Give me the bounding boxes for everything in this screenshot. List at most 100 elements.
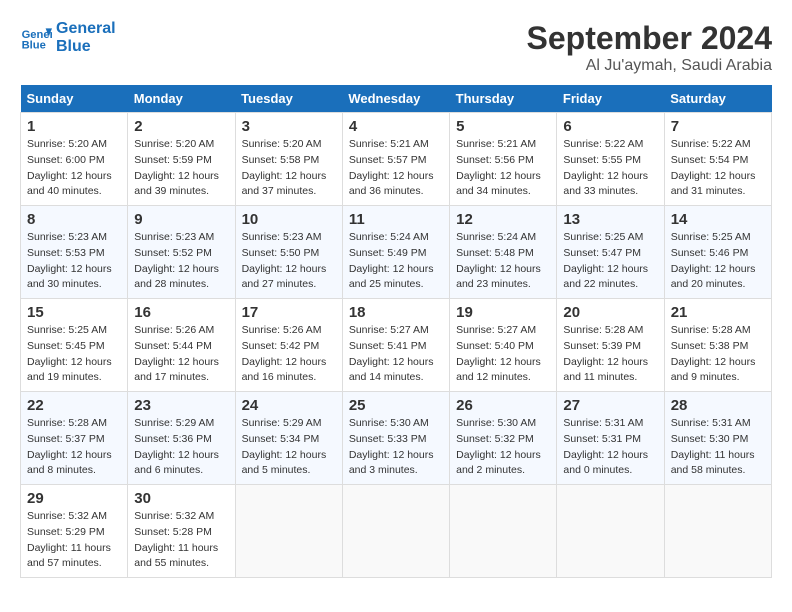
day-info: Sunrise: 5:25 AM Sunset: 5:45 PM Dayligh… (27, 323, 121, 386)
logo-icon: General Blue (20, 22, 52, 54)
calendar-cell: 22 Sunrise: 5:28 AM Sunset: 5:37 PM Dayl… (21, 392, 128, 485)
sunrise-label: Sunrise: 5:28 AM (27, 417, 107, 429)
month-title: September 2024 (527, 20, 772, 57)
calendar-cell: 2 Sunrise: 5:20 AM Sunset: 5:59 PM Dayli… (128, 113, 235, 206)
calendar-week-row: 22 Sunrise: 5:28 AM Sunset: 5:37 PM Dayl… (21, 392, 772, 485)
calendar-cell: 13 Sunrise: 5:25 AM Sunset: 5:47 PM Dayl… (557, 206, 664, 299)
day-info: Sunrise: 5:25 AM Sunset: 5:46 PM Dayligh… (671, 230, 765, 293)
calendar-cell: 17 Sunrise: 5:26 AM Sunset: 5:42 PM Dayl… (235, 299, 342, 392)
calendar-cell: 21 Sunrise: 5:28 AM Sunset: 5:38 PM Dayl… (664, 299, 771, 392)
page-header: General Blue General Blue September 2024… (20, 20, 772, 75)
day-number: 10 (242, 211, 336, 228)
calendar-cell: 18 Sunrise: 5:27 AM Sunset: 5:41 PM Dayl… (342, 299, 449, 392)
day-number: 11 (349, 211, 443, 228)
sunrise-label: Sunrise: 5:23 AM (242, 231, 322, 243)
daylight-label: Daylight: 11 hours and 58 minutes. (671, 449, 755, 477)
daylight-label: Daylight: 12 hours and 3 minutes. (349, 449, 434, 477)
day-info: Sunrise: 5:29 AM Sunset: 5:34 PM Dayligh… (242, 416, 336, 479)
calendar-cell: 10 Sunrise: 5:23 AM Sunset: 5:50 PM Dayl… (235, 206, 342, 299)
day-info: Sunrise: 5:24 AM Sunset: 5:49 PM Dayligh… (349, 230, 443, 293)
day-number: 15 (27, 304, 121, 321)
calendar-cell (664, 485, 771, 578)
calendar-week-row: 8 Sunrise: 5:23 AM Sunset: 5:53 PM Dayli… (21, 206, 772, 299)
day-info: Sunrise: 5:21 AM Sunset: 5:57 PM Dayligh… (349, 137, 443, 200)
day-info: Sunrise: 5:25 AM Sunset: 5:47 PM Dayligh… (563, 230, 657, 293)
sunset-label: Sunset: 5:58 PM (242, 154, 320, 166)
day-info: Sunrise: 5:23 AM Sunset: 5:52 PM Dayligh… (134, 230, 228, 293)
day-info: Sunrise: 5:26 AM Sunset: 5:44 PM Dayligh… (134, 323, 228, 386)
weekday-header-monday: Monday (128, 85, 235, 113)
day-number: 26 (456, 397, 550, 414)
calendar-cell: 25 Sunrise: 5:30 AM Sunset: 5:33 PM Dayl… (342, 392, 449, 485)
calendar-cell: 1 Sunrise: 5:20 AM Sunset: 6:00 PM Dayli… (21, 113, 128, 206)
day-number: 20 (563, 304, 657, 321)
sunrise-label: Sunrise: 5:26 AM (242, 324, 322, 336)
day-number: 30 (134, 490, 228, 507)
day-info: Sunrise: 5:28 AM Sunset: 5:38 PM Dayligh… (671, 323, 765, 386)
daylight-label: Daylight: 12 hours and 11 minutes. (563, 356, 648, 384)
day-info: Sunrise: 5:30 AM Sunset: 5:32 PM Dayligh… (456, 416, 550, 479)
day-info: Sunrise: 5:23 AM Sunset: 5:53 PM Dayligh… (27, 230, 121, 293)
sunset-label: Sunset: 5:38 PM (671, 340, 749, 352)
calendar-cell: 6 Sunrise: 5:22 AM Sunset: 5:55 PM Dayli… (557, 113, 664, 206)
daylight-label: Daylight: 12 hours and 36 minutes. (349, 170, 434, 198)
calendar-cell: 15 Sunrise: 5:25 AM Sunset: 5:45 PM Dayl… (21, 299, 128, 392)
day-number: 27 (563, 397, 657, 414)
calendar-cell: 11 Sunrise: 5:24 AM Sunset: 5:49 PM Dayl… (342, 206, 449, 299)
daylight-label: Daylight: 12 hours and 5 minutes. (242, 449, 327, 477)
day-number: 1 (27, 118, 121, 135)
calendar-cell (450, 485, 557, 578)
sunrise-label: Sunrise: 5:30 AM (456, 417, 536, 429)
calendar-cell: 28 Sunrise: 5:31 AM Sunset: 5:30 PM Dayl… (664, 392, 771, 485)
sunset-label: Sunset: 5:46 PM (671, 247, 749, 259)
sunset-label: Sunset: 5:39 PM (563, 340, 641, 352)
sunrise-label: Sunrise: 5:21 AM (456, 138, 536, 150)
day-info: Sunrise: 5:20 AM Sunset: 5:59 PM Dayligh… (134, 137, 228, 200)
day-info: Sunrise: 5:26 AM Sunset: 5:42 PM Dayligh… (242, 323, 336, 386)
daylight-label: Daylight: 12 hours and 2 minutes. (456, 449, 541, 477)
sunrise-label: Sunrise: 5:23 AM (27, 231, 107, 243)
day-info: Sunrise: 5:24 AM Sunset: 5:48 PM Dayligh… (456, 230, 550, 293)
sunset-label: Sunset: 5:44 PM (134, 340, 212, 352)
daylight-label: Daylight: 11 hours and 57 minutes. (27, 542, 111, 570)
sunset-label: Sunset: 5:36 PM (134, 433, 212, 445)
sunrise-label: Sunrise: 5:26 AM (134, 324, 214, 336)
svg-text:Blue: Blue (22, 39, 46, 51)
sunset-label: Sunset: 5:47 PM (563, 247, 641, 259)
day-number: 9 (134, 211, 228, 228)
sunrise-label: Sunrise: 5:22 AM (563, 138, 643, 150)
sunset-label: Sunset: 5:57 PM (349, 154, 427, 166)
sunset-label: Sunset: 6:00 PM (27, 154, 105, 166)
day-number: 22 (27, 397, 121, 414)
daylight-label: Daylight: 12 hours and 40 minutes. (27, 170, 112, 198)
sunrise-label: Sunrise: 5:27 AM (349, 324, 429, 336)
day-info: Sunrise: 5:31 AM Sunset: 5:30 PM Dayligh… (671, 416, 765, 479)
day-info: Sunrise: 5:32 AM Sunset: 5:28 PM Dayligh… (134, 509, 228, 572)
sunrise-label: Sunrise: 5:25 AM (27, 324, 107, 336)
sunset-label: Sunset: 5:34 PM (242, 433, 320, 445)
daylight-label: Daylight: 12 hours and 37 minutes. (242, 170, 327, 198)
day-number: 17 (242, 304, 336, 321)
day-number: 24 (242, 397, 336, 414)
sunrise-label: Sunrise: 5:32 AM (27, 510, 107, 522)
daylight-label: Daylight: 12 hours and 14 minutes. (349, 356, 434, 384)
sunset-label: Sunset: 5:56 PM (456, 154, 534, 166)
calendar-cell: 20 Sunrise: 5:28 AM Sunset: 5:39 PM Dayl… (557, 299, 664, 392)
day-number: 8 (27, 211, 121, 228)
daylight-label: Daylight: 12 hours and 16 minutes. (242, 356, 327, 384)
sunset-label: Sunset: 5:42 PM (242, 340, 320, 352)
day-number: 3 (242, 118, 336, 135)
sunrise-label: Sunrise: 5:29 AM (134, 417, 214, 429)
calendar-cell: 26 Sunrise: 5:30 AM Sunset: 5:32 PM Dayl… (450, 392, 557, 485)
day-number: 13 (563, 211, 657, 228)
day-number: 19 (456, 304, 550, 321)
day-info: Sunrise: 5:20 AM Sunset: 5:58 PM Dayligh… (242, 137, 336, 200)
sunset-label: Sunset: 5:49 PM (349, 247, 427, 259)
sunset-label: Sunset: 5:37 PM (27, 433, 105, 445)
daylight-label: Daylight: 12 hours and 30 minutes. (27, 263, 112, 291)
calendar-table: SundayMondayTuesdayWednesdayThursdayFrid… (20, 85, 772, 578)
calendar-week-row: 1 Sunrise: 5:20 AM Sunset: 6:00 PM Dayli… (21, 113, 772, 206)
day-info: Sunrise: 5:29 AM Sunset: 5:36 PM Dayligh… (134, 416, 228, 479)
weekday-header-tuesday: Tuesday (235, 85, 342, 113)
sunrise-label: Sunrise: 5:24 AM (456, 231, 536, 243)
